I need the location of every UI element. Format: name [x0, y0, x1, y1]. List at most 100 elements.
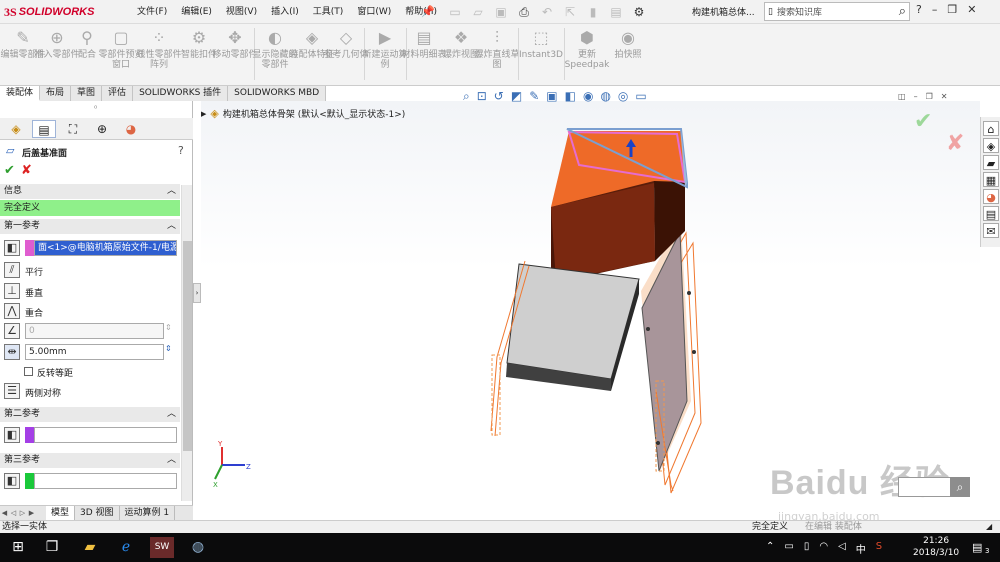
dimxpert-tab-icon[interactable]: ⊕ — [90, 120, 114, 138]
solidworks-logo[interactable]: 3S SOLIDWORKS — [4, 4, 94, 20]
confirm-check-icon[interactable]: ✔ — [914, 109, 932, 134]
menu-insert[interactable]: 插入(I) — [264, 0, 306, 24]
solidworks-taskbar-icon[interactable]: SW — [150, 537, 174, 558]
flip-offset-checkbox[interactable] — [24, 367, 33, 376]
prev-tab-arrow-icon[interactable]: ◁ — [9, 509, 18, 517]
previous-view-icon[interactable]: ↺ — [494, 89, 504, 104]
second-reference-field[interactable] — [34, 427, 177, 443]
tab-layout[interactable]: 布局 — [40, 86, 72, 101]
menu-view[interactable]: 视图(V) — [219, 0, 264, 24]
viewport-tile-icon[interactable]: ◫ — [898, 92, 906, 101]
resize-grip-icon[interactable]: ◢ — [986, 521, 992, 533]
tab-motion-study[interactable]: 运动算例 1 — [120, 506, 176, 520]
collapse-chevron-icon[interactable]: ︿ — [167, 184, 176, 199]
minimize-icon[interactable]: – — [932, 3, 938, 16]
property-manager-tab-icon[interactable]: ▤ — [32, 120, 56, 138]
battery-icon[interactable]: ▯ — [804, 541, 810, 556]
view-settings-icon[interactable]: ▭ — [635, 89, 646, 104]
tab-model[interactable]: 模型 — [46, 506, 76, 520]
pin-icon[interactable]: 📌 — [421, 5, 435, 18]
view-orientation-icon[interactable]: ▣ — [546, 89, 557, 104]
restore-icon[interactable]: ❐ — [947, 3, 957, 16]
network-icon[interactable]: ▭ — [784, 541, 793, 556]
next-tab-arrow-icon[interactable]: ▷ — [18, 509, 27, 517]
viewport-restore-icon[interactable]: ❐ — [926, 92, 933, 101]
collapse-chevron-icon[interactable]: ︿ — [167, 219, 176, 234]
third-reference-field[interactable] — [34, 473, 177, 489]
distance-icon[interactable]: ⇹ — [4, 344, 20, 360]
file-explorer-taskbar-icon[interactable]: ▰ — [78, 537, 102, 558]
first-reference-field[interactable]: 面<1>@电脑机箱原始文件-1/电源- — [34, 240, 177, 256]
configuration-manager-tab-icon[interactable]: ⛶ — [61, 120, 85, 138]
angle-icon[interactable]: ∠ — [4, 323, 20, 339]
options-gear-icon[interactable]: ⚙ — [629, 3, 649, 21]
viewport-minimize-icon[interactable]: – — [914, 92, 918, 101]
file-explorer-icon[interactable]: ▰ — [983, 155, 999, 170]
apply-scene-icon[interactable]: ◎ — [618, 89, 628, 104]
scrollbar-thumb[interactable] — [183, 241, 192, 451]
watermark-search-icon[interactable]: ⌕ — [950, 477, 970, 497]
view-palette-icon[interactable]: ▦ — [983, 172, 999, 187]
wifi-icon[interactable]: ◠ — [819, 541, 828, 556]
volume-icon[interactable]: ◁ — [838, 541, 846, 556]
action-center-icon[interactable]: ▤ — [972, 541, 982, 554]
menu-window[interactable]: 窗口(W) — [350, 0, 398, 24]
perpendicular-icon[interactable]: ⊥ — [4, 283, 20, 299]
task-view-icon[interactable]: ❐ — [40, 537, 64, 558]
display-style-icon[interactable]: ◧ — [565, 89, 576, 104]
panel-scrollbar[interactable] — [181, 185, 192, 501]
edge-browser-icon[interactable]: ℯ — [114, 537, 138, 558]
hide-show-items-icon[interactable]: ◉ — [583, 89, 593, 104]
angle-field[interactable]: 0 — [25, 323, 164, 339]
pm-help-icon[interactable]: ? — [178, 144, 184, 157]
select-icon[interactable]: ⇱ — [560, 3, 580, 21]
collapse-chevron-icon[interactable]: ︿ — [167, 453, 176, 468]
distance-spinner-icon[interactable]: ⇕ — [165, 344, 172, 353]
section-view-icon[interactable]: ◩ — [511, 89, 522, 104]
viewport-close-icon[interactable]: ✕ — [941, 92, 948, 101]
collapse-chevron-icon[interactable]: ︿ — [167, 407, 176, 422]
home-icon[interactable]: ⌂ — [983, 121, 999, 136]
rebuild-icon[interactable]: ▮ — [583, 3, 603, 21]
search-knowledge-base[interactable]: ▯ 搜索知识库 ⌕ — [764, 2, 910, 21]
cancel-x-icon[interactable]: ✘ — [21, 163, 32, 178]
first-reference-header[interactable]: 第一参考 ︿ — [0, 219, 180, 234]
ime-indicator[interactable]: 中 — [856, 541, 866, 556]
coincident-icon[interactable]: ⋀ — [4, 303, 20, 319]
mid-plane-icon[interactable]: ☰ — [4, 383, 20, 399]
sogou-ime-icon[interactable]: S — [876, 541, 882, 556]
search-icon[interactable]: ⌕ — [899, 4, 909, 19]
instant3d-button[interactable]: ⬚ Instant3D — [516, 28, 566, 60]
tab-sketch[interactable]: 草图 — [71, 86, 103, 101]
tab-3d-views[interactable]: 3D 视图 — [75, 506, 120, 520]
menu-tools[interactable]: 工具(T) — [306, 0, 351, 24]
confirm-cancel-icon[interactable]: ✘ — [946, 131, 964, 156]
menu-file[interactable]: 文件(F) — [130, 0, 174, 24]
taskbar-clock[interactable]: 21:26 2018/3/10 — [913, 535, 959, 559]
take-snapshot-button[interactable]: ◉ 拍快照 — [605, 28, 651, 60]
open-icon[interactable]: ▱ — [468, 3, 488, 21]
dynamic-annotation-icon[interactable]: ✎ — [529, 89, 539, 104]
tray-expand-icon[interactable]: ⌃ — [766, 541, 774, 556]
tab-assembly[interactable]: 装配体 — [0, 86, 41, 101]
menu-edit[interactable]: 编辑(E) — [174, 0, 219, 24]
print-icon[interactable]: ⎙ — [514, 3, 534, 21]
info-section-header[interactable]: 信息 ︿ — [0, 184, 180, 199]
angle-spinner-icon[interactable]: ⇕ — [165, 323, 172, 332]
display-manager-tab-icon[interactable]: ◕ — [119, 120, 143, 138]
ok-check-icon[interactable]: ✔ — [4, 163, 15, 178]
custom-properties-icon[interactable]: ▤ — [983, 206, 999, 221]
explode-line-sketch-button[interactable]: ⫶ 爆炸直线草图 — [474, 28, 520, 70]
panel-splitter-icon[interactable]: ⁰ — [94, 104, 97, 113]
new-document-icon[interactable]: ▭ — [445, 3, 465, 21]
drive-bay-part[interactable] — [506, 263, 640, 391]
zoom-area-icon[interactable]: ⊡ — [477, 89, 487, 104]
distance-field[interactable]: 5.00mm — [25, 344, 164, 360]
tab-addins[interactable]: SOLIDWORKS 插件 — [133, 86, 229, 101]
panel-collapse-handle[interactable]: › — [193, 283, 201, 303]
forum-icon[interactable]: ✉ — [983, 223, 999, 238]
undo-icon[interactable]: ↶ — [537, 3, 557, 21]
design-library-icon[interactable]: ◈ — [983, 138, 999, 153]
tab-mbd[interactable]: SOLIDWORKS MBD — [228, 86, 327, 101]
appearances-icon[interactable]: ◕ — [983, 189, 999, 204]
